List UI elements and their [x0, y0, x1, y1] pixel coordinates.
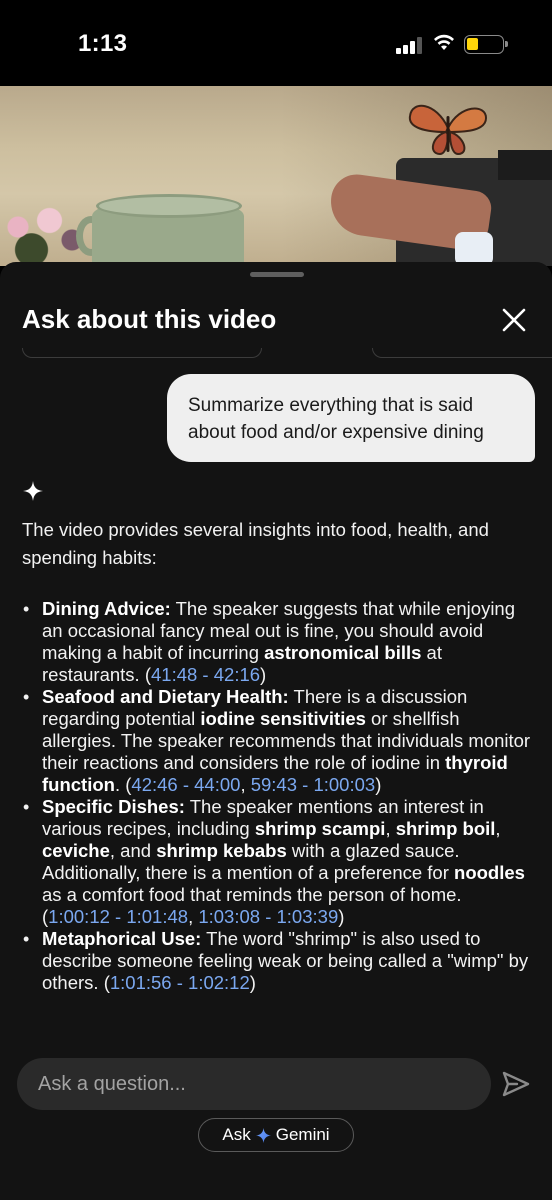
battery-icon [464, 35, 508, 54]
cellular-signal-icon [396, 36, 424, 54]
timestamp-link[interactable]: 59:43 - 1:00:03 [251, 774, 375, 795]
question-input-container[interactable] [17, 1058, 491, 1110]
item-text: . ( [114, 774, 132, 795]
gemini-answer: The video provides several insights into… [22, 516, 534, 994]
item-heading: Dining Advice: [42, 598, 171, 619]
timestamp-link[interactable]: 41:48 - 42:16 [151, 664, 260, 685]
timestamp-link[interactable]: 42:46 - 44:00 [131, 774, 240, 795]
item-heading: Metaphorical Use: [42, 928, 202, 949]
sparkle-icon [23, 481, 43, 501]
item-text: , [188, 906, 199, 927]
sheet-title: Ask about this video [22, 304, 277, 334]
timestamp-link[interactable]: 1:03:08 - 1:03:39 [198, 906, 338, 927]
timestamp-link[interactable]: 1:00:12 - 1:01:48 [48, 906, 188, 927]
item-text: , [240, 774, 251, 795]
ask-gemini-label-post: Gemini [275, 1125, 330, 1144]
status-time: 1:13 [78, 30, 128, 57]
item-text: , [385, 818, 396, 839]
suggestion-chip-left[interactable] [22, 348, 262, 358]
gemini-star-icon [255, 1127, 271, 1143]
battery-level [467, 38, 478, 50]
item-bold: shrimp kebabs [156, 840, 287, 861]
item-text: ) [375, 774, 382, 795]
timestamp-link[interactable]: 1:01:56 - 1:02:12 [110, 972, 250, 993]
answer-item-dining-advice: Dining Advice: The speaker suggests that… [22, 598, 534, 686]
send-icon[interactable] [500, 1068, 532, 1100]
item-heading: Specific Dishes: [42, 796, 185, 817]
answer-item-specific-dishes: Specific Dishes: The speaker mentions an… [22, 796, 534, 928]
item-bold: noodles [454, 862, 525, 883]
status-bar: 1:13 [0, 0, 552, 86]
answer-intro: The video provides several insights into… [22, 519, 489, 568]
answer-item-metaphorical-use: Metaphorical Use: The word "shrimp" is a… [22, 928, 534, 994]
item-text: , and [109, 840, 157, 861]
item-heading: Seafood and Dietary Health: [42, 686, 289, 707]
item-text: ) [338, 906, 345, 927]
ask-gemini-label-pre: Ask [222, 1125, 251, 1144]
item-bold: ceviche [42, 840, 110, 861]
answer-item-seafood-health: Seafood and Dietary Health: There is a d… [22, 686, 534, 796]
item-bold: shrimp boil [395, 818, 496, 839]
item-bold: astronomical bills [264, 642, 422, 663]
butterfly-decoration [408, 104, 488, 156]
ask-video-sheet: Ask about this video Summarize everythin… [0, 262, 552, 1200]
close-icon[interactable] [498, 304, 530, 336]
question-input[interactable] [38, 1058, 478, 1110]
video-preview[interactable] [0, 86, 552, 266]
item-bold: iodine sensitivities [200, 708, 366, 729]
suggestion-chip-right[interactable] [372, 348, 552, 358]
sheet-grabber[interactable] [250, 272, 304, 277]
item-text: , [495, 818, 501, 839]
wifi-icon [434, 34, 454, 50]
item-text: ) [249, 972, 256, 993]
ask-gemini-button[interactable]: Ask Gemini [198, 1118, 354, 1152]
answer-list: Dining Advice: The speaker suggests that… [22, 598, 534, 994]
user-message-bubble: Summarize everything that is said about … [167, 374, 535, 462]
item-bold: shrimp scampi [254, 818, 386, 839]
item-text: ) [260, 664, 267, 685]
